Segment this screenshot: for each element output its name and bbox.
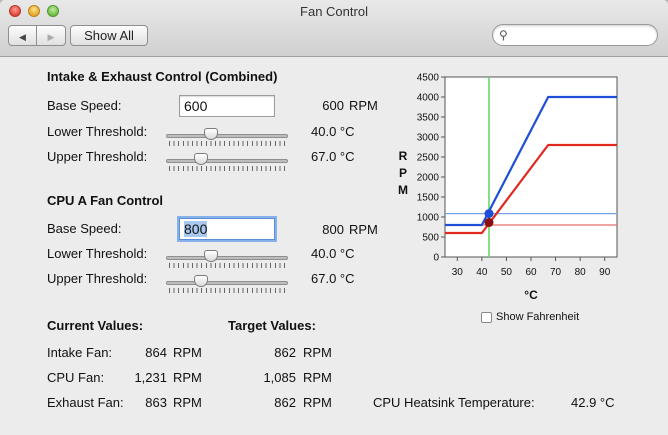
- slider-thumb[interactable]: [194, 153, 209, 165]
- x-tick-label: 90: [599, 267, 611, 278]
- intake-current-marker: [484, 218, 494, 228]
- y-tick-label: 4500: [417, 73, 440, 84]
- show-fahrenheit-label[interactable]: Show Fahrenheit: [496, 311, 579, 323]
- cpu-fan-label: CPU Fan:: [47, 370, 105, 385]
- cpu-current-marker: [484, 209, 494, 219]
- show-all-button[interactable]: Show All: [70, 25, 148, 46]
- intake-fan-current-unit: RPM: [173, 345, 202, 360]
- cpu-lower-threshold-slider[interactable]: [166, 248, 288, 268]
- search-input[interactable]: [513, 26, 653, 46]
- intake-lower-threshold-value: 40.0 °C: [311, 124, 355, 139]
- cpu-fan-target-unit: RPM: [303, 370, 332, 385]
- x-tick-label: 30: [452, 267, 464, 278]
- intake-base-speed-unit: RPM: [349, 98, 378, 113]
- intake-fan-current-value: 864: [145, 345, 167, 360]
- window-title: Fan Control: [300, 4, 368, 19]
- x-tick-label: 40: [476, 267, 488, 278]
- y-tick-label: 1000: [417, 213, 440, 224]
- cpu-base-speed-unit: RPM: [349, 222, 378, 237]
- cpu-fan-target-value: 1,085: [263, 370, 296, 385]
- show-fahrenheit-checkbox[interactable]: [481, 312, 492, 323]
- chevron-left-icon: ◀: [19, 32, 26, 42]
- exhaust-fan-target-unit: RPM: [303, 395, 332, 410]
- current-values-heading: Current Values:: [47, 318, 144, 333]
- cpu-base-speed-field[interactable]: 800: [179, 218, 275, 240]
- y-tick-label: 2500: [417, 153, 440, 164]
- x-tick-label: 70: [550, 267, 562, 278]
- intake-lower-threshold-slider[interactable]: [166, 126, 288, 146]
- y-axis-label: M: [398, 183, 408, 197]
- fan-curve-chart: 0 500 1000 1500 2000 2500 3000 3500 4000 4500 30 40…: [398, 73, 618, 302]
- heatsink-temperature-value: 42.9 °C: [571, 395, 615, 410]
- cpu-upper-threshold-label: Upper Threshold:: [47, 271, 148, 286]
- slider-thumb[interactable]: [194, 275, 209, 287]
- back-button[interactable]: ◀: [8, 25, 37, 46]
- intake-base-speed-readout: 600: [322, 98, 344, 113]
- intake-fan-target-unit: RPM: [303, 345, 332, 360]
- slider-thumb[interactable]: [203, 128, 218, 140]
- heatsink-temperature-label: CPU Heatsink Temperature:: [373, 395, 535, 410]
- target-values-heading: Target Values:: [228, 318, 316, 333]
- exhaust-fan-current-value: 863: [145, 395, 167, 410]
- y-tick-label: 1500: [417, 193, 440, 204]
- y-tick-label: 0: [433, 253, 439, 264]
- toolbar: Fan Control ◀ ▶ Show All ⚲: [0, 0, 668, 57]
- cpu-section-heading: CPU A Fan Control: [47, 193, 164, 208]
- intake-lower-threshold-label: Lower Threshold:: [47, 124, 148, 139]
- x-tick-label: 50: [501, 267, 513, 278]
- x-axis-label: °C: [524, 288, 538, 302]
- search-field[interactable]: ⚲: [492, 24, 658, 46]
- y-axis-label: P: [399, 166, 407, 180]
- cpu-base-speed-readout: 800: [322, 222, 344, 237]
- y-tick-label: 3000: [417, 133, 440, 144]
- y-tick-label: 2000: [417, 173, 440, 184]
- slider-thumb[interactable]: [203, 250, 218, 262]
- y-axis-label: R: [399, 149, 408, 163]
- intake-base-speed-field[interactable]: 600: [179, 95, 275, 117]
- cpu-lower-threshold-value: 40.0 °C: [311, 246, 355, 261]
- intake-upper-threshold-label: Upper Threshold:: [47, 149, 148, 164]
- cpu-upper-threshold-slider[interactable]: [166, 273, 288, 293]
- exhaust-fan-target-value: 862: [274, 395, 296, 410]
- y-tick-label: 3500: [417, 113, 440, 124]
- intake-fan-label: Intake Fan:: [47, 345, 113, 360]
- cpu-base-speed-label: Base Speed:: [47, 221, 122, 236]
- intake-fan-target-value: 862: [274, 345, 296, 360]
- x-tick-label: 80: [575, 267, 587, 278]
- y-tick-label: 4000: [417, 93, 440, 104]
- y-tick-label: 500: [422, 233, 439, 244]
- intake-upper-threshold-slider[interactable]: [166, 151, 288, 171]
- chevron-right-icon: ▶: [47, 32, 55, 42]
- search-icon: ⚲: [499, 28, 508, 42]
- cpu-upper-threshold-value: 67.0 °C: [311, 271, 355, 286]
- cpu-fan-current-value: 1,231: [134, 370, 167, 385]
- intake-upper-threshold-value: 67.0 °C: [311, 149, 355, 164]
- selected-text: 800: [184, 221, 208, 237]
- forward-button[interactable]: ▶: [36, 25, 66, 46]
- intake-base-speed-label: Base Speed:: [47, 98, 122, 113]
- intake-section-heading: Intake & Exhaust Control (Combined): [47, 69, 278, 84]
- cpu-fan-current-unit: RPM: [173, 370, 202, 385]
- cpu-lower-threshold-label: Lower Threshold:: [47, 246, 148, 261]
- x-tick-label: 60: [525, 267, 537, 278]
- exhaust-fan-current-unit: RPM: [173, 395, 202, 410]
- fan-control-window: Fan Control ◀ ▶ Show All ⚲ Intake & Exha…: [0, 0, 668, 435]
